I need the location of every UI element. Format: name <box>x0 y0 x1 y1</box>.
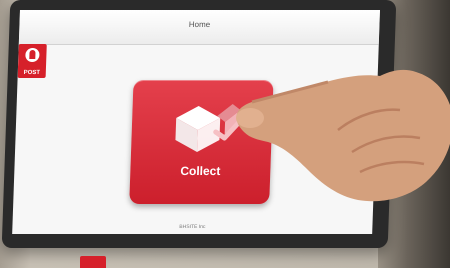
brand-logo-text: POST <box>23 70 41 76</box>
footer-text: BHSITE Inc <box>179 224 206 230</box>
post-logo-icon <box>25 48 40 62</box>
screen-bottom-accent <box>80 256 106 268</box>
photo-scene: Home POST Collect BHSITE Inc <box>0 0 450 268</box>
hand-pointing <box>236 69 450 202</box>
brand-logo: POST <box>17 44 47 78</box>
